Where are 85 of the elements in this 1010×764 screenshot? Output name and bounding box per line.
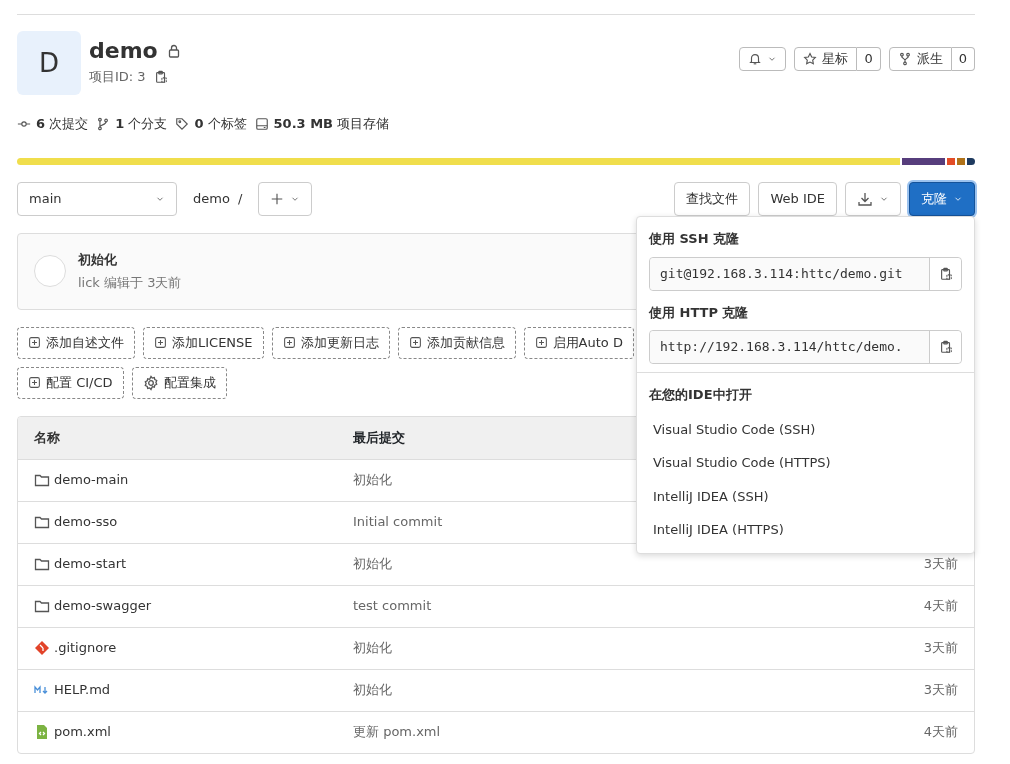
updated-time: 3天前 — [923, 639, 958, 658]
notification-button[interactable] — [739, 47, 787, 71]
find-file-button[interactable]: 查找文件 — [674, 181, 751, 216]
commit-message-link[interactable]: 初始化 — [353, 556, 392, 572]
file-name-link[interactable]: demo-swagger — [54, 596, 152, 616]
clipboard-icon — [938, 266, 953, 281]
file-name-link[interactable]: demo-sso — [54, 512, 118, 532]
bell-icon — [748, 52, 763, 66]
suggestion-button[interactable]: 添加更新日志 — [271, 326, 390, 359]
ide-heading: 在您的IDE中打开 — [648, 386, 753, 404]
commit-message-link[interactable]: 更新 pom.xml — [353, 724, 441, 740]
column-header: 最后提交 — [353, 429, 405, 445]
updated-time: 3天前 — [923, 681, 958, 700]
commit-message-link[interactable]: 初始化 — [353, 472, 392, 488]
user-avatar — [34, 255, 66, 287]
ssh-label: 使用 SSH 克隆 — [647, 230, 741, 248]
http-label: 使用 HTTP 克隆 — [647, 303, 750, 322]
file-name-link[interactable]: HELP.md — [54, 680, 111, 700]
menu-item[interactable]: IntelliJ IDEA (HTTPS) — [637, 513, 974, 547]
add-icon — [282, 336, 296, 349]
commit-message-link[interactable]: 初始化 — [353, 640, 392, 656]
project-id: 项目ID: 3 — [89, 68, 146, 87]
file-name-link[interactable]: demo-start — [54, 554, 127, 574]
star-icon — [803, 52, 818, 66]
folder-icon — [34, 556, 50, 572]
suggestion-button[interactable]: 配置集成 — [131, 366, 227, 399]
suggestion-button[interactable]: 添加贡献信息 — [397, 326, 516, 359]
add-icon — [28, 376, 41, 389]
gear-icon — [142, 374, 159, 391]
tag-stat[interactable]: 0 个标签 — [194, 114, 247, 134]
clone-button[interactable]: 克隆 — [909, 181, 975, 216]
updated-time: 4天前 — [923, 597, 958, 616]
commit-message-link[interactable]: Initial commit — [353, 514, 443, 530]
commit-title[interactable]: 初始化 — [78, 249, 182, 269]
suggestion-button[interactable]: 添加自述文件 — [17, 326, 135, 359]
commit-message-link[interactable]: test commit — [353, 598, 432, 614]
plus-icon — [270, 191, 285, 206]
project-title[interactable]: demo — [89, 39, 158, 64]
branch-icon — [96, 116, 111, 131]
menu-item[interactable]: IntelliJ IDEA (SSH) — [637, 479, 974, 513]
menu-item[interactable]: Visual Studio Code (HTTPS) — [637, 446, 974, 480]
star-count[interactable]: 0 — [857, 47, 881, 71]
file-name-link[interactable]: demo-main — [54, 470, 129, 490]
commit-meta: lick 编辑于 3天前 — [78, 274, 182, 292]
add-icon — [408, 336, 422, 349]
project-avatar: D — [17, 31, 81, 95]
copy-button[interactable] — [929, 331, 961, 363]
breadcrumb-separator: / — [237, 189, 243, 208]
updated-time: 4天前 — [923, 723, 958, 742]
clipboard-icon[interactable] — [153, 70, 168, 85]
storage-icon — [254, 116, 269, 131]
suggestion-button[interactable]: 启用Auto D — [523, 326, 634, 359]
add-icon — [154, 336, 167, 349]
file-name-link[interactable]: pom.xml — [54, 722, 111, 742]
folder-icon — [34, 472, 50, 488]
column-header: 名称 — [34, 428, 60, 447]
updated-time: 3天前 — [923, 555, 958, 574]
download-icon — [857, 190, 873, 207]
clipboard-icon — [938, 340, 953, 354]
file-name-link[interactable]: .gitignore — [54, 638, 117, 658]
ssh-url-field[interactable]: git@192.168.3.114:httc/demo.git — [650, 257, 929, 290]
branch-select[interactable]: main — [17, 181, 177, 216]
copy-button[interactable] — [929, 257, 961, 290]
download-button[interactable] — [845, 181, 901, 216]
branch-stat[interactable]: 1 个分支 — [115, 114, 168, 134]
star-button[interactable]: 星标 — [794, 47, 858, 71]
folder-icon — [34, 598, 50, 614]
add-icon — [534, 336, 548, 349]
menu-item[interactable]: Visual Studio Code (SSH) — [637, 412, 974, 446]
file-icon — [34, 724, 50, 740]
folder-icon — [34, 514, 50, 530]
suggestion-button[interactable]: 配置 CI/CD — [17, 366, 124, 399]
http-url-field[interactable]: http://192.168.3.114/httc/demo. — [650, 331, 929, 363]
commit-stat[interactable]: 6 次提交 — [36, 114, 89, 134]
diamond-icon — [34, 640, 50, 656]
fork-icon — [897, 52, 912, 66]
web-ide-button[interactable]: Web IDE — [758, 181, 837, 216]
suggestion-button[interactable]: 添加LICENSE — [143, 326, 264, 359]
commit-message-link[interactable]: 初始化 — [353, 682, 392, 698]
tag-icon — [175, 116, 190, 131]
storage-stat[interactable]: 50.3 MB 项目存储 — [273, 114, 390, 134]
add-icon — [28, 336, 41, 349]
breadcrumb-link[interactable]: demo — [193, 188, 230, 209]
fork-count[interactable]: 0 — [951, 47, 975, 71]
fork-button[interactable]: 派生 — [888, 47, 952, 71]
